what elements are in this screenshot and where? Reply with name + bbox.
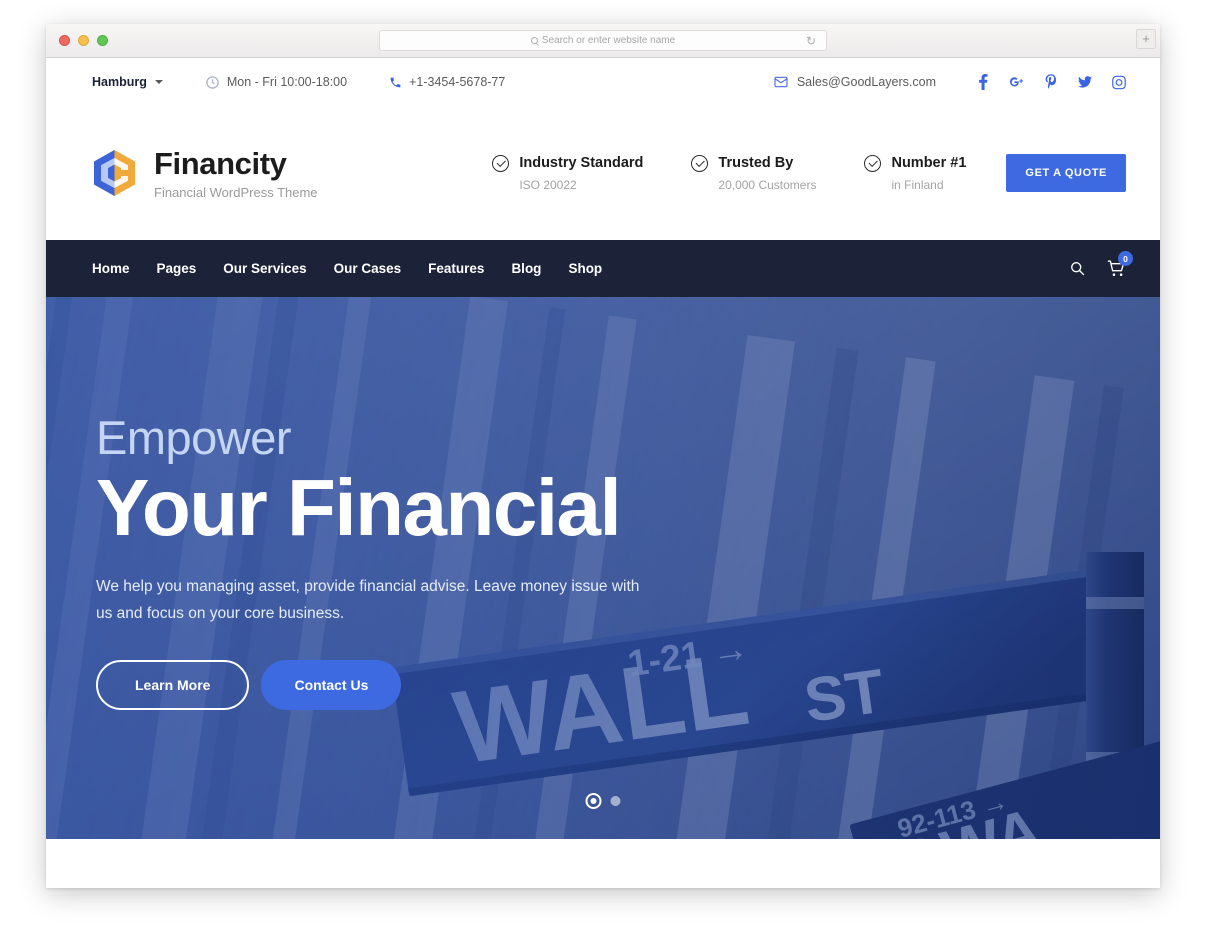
pinterest-icon[interactable] — [1044, 74, 1058, 90]
email-address-text: Sales@GoodLayers.com — [796, 75, 936, 89]
nav-item-features[interactable]: Features — [428, 261, 511, 276]
chevron-down-icon — [154, 80, 163, 84]
nav-item-blog[interactable]: Blog — [511, 261, 568, 276]
feature-subtitle: in Finland — [891, 177, 944, 192]
nav-item-shop[interactable]: Shop — [568, 261, 629, 276]
nav-right-actions: 0 — [1070, 251, 1133, 277]
financity-hexagon-logo-icon — [92, 149, 137, 197]
feature-head: Number #1 — [864, 154, 967, 172]
brand-text-group: Financity Financial WordPress Theme — [154, 148, 318, 199]
twitter-icon[interactable] — [1078, 74, 1092, 90]
opening-hours: Mon - Fri 10:00-18:00 — [205, 75, 347, 90]
learn-more-button[interactable]: Learn More — [96, 659, 250, 710]
opening-hours-text: Mon - Fri 10:00-18:00 — [226, 75, 348, 89]
phone-number[interactable]: +1-3454-5678-77 — [389, 75, 505, 89]
nav-item-our-cases[interactable]: Our Cases — [334, 261, 429, 276]
hero-slider-dot-1[interactable] — [585, 793, 602, 809]
header-feature-list: Industry Standard ISO 20022 Trusted By 2… — [492, 154, 967, 192]
hero-title: Your Financial — [96, 463, 622, 552]
maximize-window-button[interactable] — [97, 35, 108, 46]
page-bottom-spacer — [46, 839, 1160, 888]
window-traffic-lights — [59, 35, 108, 46]
feature-title: Number #1 — [891, 155, 967, 171]
nav-item-home[interactable]: Home — [92, 261, 157, 276]
top-bar-left-group: Hamburg Mon - Fri 10:00-18:00 +1-3454-56… — [92, 75, 505, 90]
main-navigation-bar: Home Pages Our Services Our Cases Featur… — [46, 240, 1160, 297]
top-bar-right-group: Sales@GoodLayers.com — [773, 74, 1126, 90]
nav-item-pages[interactable]: Pages — [157, 261, 224, 276]
contact-us-button[interactable]: Contact Us — [261, 659, 402, 710]
top-info-bar: Hamburg Mon - Fri 10:00-18:00 +1-3454-56… — [46, 58, 1160, 106]
phone-number-text: +1-3454-5678-77 — [409, 75, 506, 89]
hero-content: Empower Your Financial We help you manag… — [46, 297, 1160, 710]
hero-pretitle: Empower — [96, 411, 292, 464]
page-viewport: Hamburg Mon - Fri 10:00-18:00 +1-3454-56… — [46, 58, 1160, 888]
address-bar[interactable]: Search or enter website name ↻ — [379, 30, 827, 51]
phone-icon — [389, 76, 402, 89]
hero-slider-dots — [585, 793, 621, 809]
feature-title: Trusted By — [718, 155, 794, 171]
cart-button[interactable]: 0 — [1107, 251, 1133, 277]
envelope-icon — [773, 74, 789, 90]
feature-item-trusted-by: Trusted By 20,000 Customers — [691, 154, 817, 192]
check-circle-icon — [864, 154, 882, 172]
city-selector[interactable]: Hamburg — [92, 75, 163, 89]
check-circle-icon — [492, 154, 510, 172]
hero-slider: WALL ST 1-21 → DWA 92-113 → — [46, 297, 1160, 839]
feature-title: Industry Standard — [519, 155, 644, 171]
browser-window: Search or enter website name ↻ + Hamburg — [46, 24, 1160, 888]
feature-head: Trusted By — [691, 154, 816, 172]
feature-head: Industry Standard — [492, 154, 644, 172]
feature-item-number-one: Number #1 in Finland — [864, 154, 967, 192]
cart-count-badge: 0 — [1118, 251, 1133, 266]
google-plus-icon[interactable] — [1010, 74, 1024, 90]
close-window-button[interactable] — [59, 35, 70, 46]
hero-description: We help you managing asset, provide fina… — [96, 577, 640, 622]
search-icon — [530, 37, 538, 44]
feature-subtitle: 20,000 Customers — [718, 177, 817, 192]
nav-links: Home Pages Our Services Our Cases Featur… — [92, 261, 629, 276]
new-tab-button[interactable]: + — [1136, 29, 1156, 49]
instagram-icon[interactable] — [1112, 74, 1126, 90]
address-bar-placeholder: Search or enter website name — [541, 35, 676, 46]
hero-slider-dot-2[interactable] — [610, 796, 621, 806]
email-address[interactable]: Sales@GoodLayers.com — [773, 74, 936, 90]
social-links — [976, 74, 1126, 90]
feature-subtitle: ISO 20022 — [519, 177, 577, 192]
check-circle-icon — [691, 154, 709, 172]
reload-icon[interactable]: ↻ — [806, 35, 816, 47]
feature-item-industry-standard: Industry Standard ISO 20022 — [492, 154, 644, 192]
search-icon[interactable] — [1070, 261, 1085, 276]
minimize-window-button[interactable] — [78, 35, 89, 46]
hero-buttons: Learn More Contact Us — [96, 659, 1160, 710]
facebook-icon[interactable] — [976, 74, 990, 90]
brand-tagline: Financial WordPress Theme — [154, 184, 318, 200]
city-selector-label: Hamburg — [92, 75, 147, 89]
site-header: Financity Financial WordPress Theme Indu… — [46, 106, 1160, 240]
nav-item-our-services[interactable]: Our Services — [223, 261, 333, 276]
clock-icon — [205, 75, 220, 90]
site-logo[interactable]: Financity Financial WordPress Theme — [92, 148, 318, 199]
get-a-quote-button[interactable]: GET A QUOTE — [1006, 154, 1126, 192]
browser-chrome-bar: Search or enter website name ↻ + — [46, 24, 1160, 58]
brand-name: Financity — [154, 145, 287, 181]
